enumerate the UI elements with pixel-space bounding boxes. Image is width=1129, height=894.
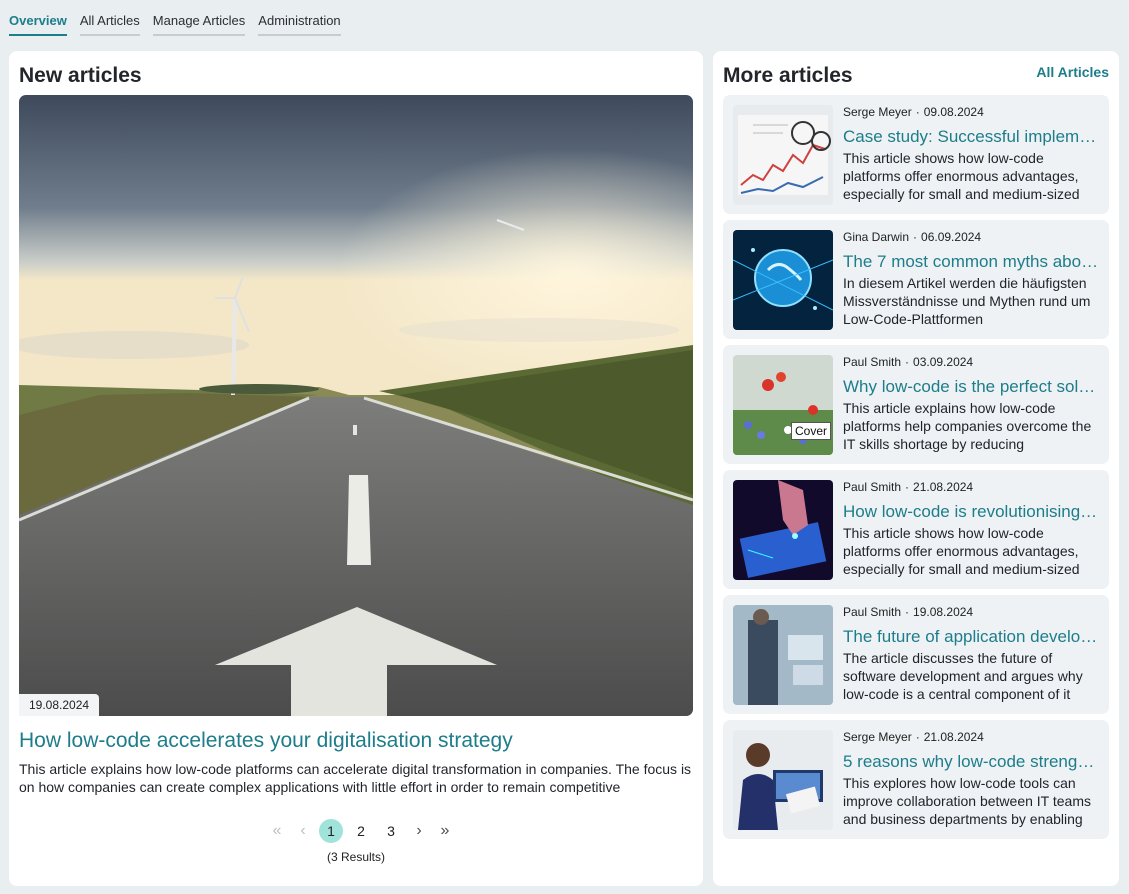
article-thumbnail [733, 730, 833, 830]
more-articles-heading: More articles [723, 64, 853, 87]
article-title[interactable]: 5 reasons why low-code strengthens colla… [843, 752, 1099, 772]
article-date: 21.08.2024 [923, 730, 984, 744]
article-title[interactable]: Case study: Successful implementation of… [843, 127, 1099, 147]
article-date: 06.09.2024 [921, 230, 982, 244]
article-list: Serge Meyer · 09.08.2024 Case study: Succe… [723, 95, 1109, 845]
new-articles-panel: New articles 19.08.2024 How low-code acc… [9, 51, 703, 886]
tab-manage-articles[interactable]: Manage Articles [152, 13, 246, 36]
article-card[interactable]: Cover Paul Smith · 03.09.2024 Why low-code… [723, 345, 1109, 464]
results-count: (3 Results) [326, 850, 385, 864]
article-meta: Serge Meyer · 21.08.2024 [843, 730, 984, 744]
article-meta: Serge Meyer · 09.08.2024 [843, 105, 984, 119]
article-excerpt: This article shows how low-code platform… [843, 150, 1080, 202]
article-author: Paul Smith [843, 605, 902, 619]
article-excerpt: This article explains how low-code platf… [843, 400, 1092, 452]
article-excerpt: In diesem Artikel werden die häufigsten … [843, 275, 1091, 327]
more-articles-panel: More articles All Articles Serge Meyer · 0… [713, 51, 1119, 886]
article-author: Serge Meyer [843, 105, 912, 119]
featured-article-title[interactable]: How low-code accelerates your digitalisa… [19, 729, 513, 753]
article-author: Paul Smith [843, 355, 902, 369]
article-author: Serge Meyer [843, 730, 912, 744]
article-thumbnail [733, 355, 833, 455]
article-author: Paul Smith [843, 480, 902, 494]
featured-article-text: This article explains how low-code platf… [19, 761, 692, 795]
featured-date-badge: 19.08.2024 [19, 694, 100, 716]
article-card[interactable]: Paul Smith · 21.08.2024 How low-code is re… [723, 470, 1109, 589]
cover-tooltip: Cover [791, 422, 832, 440]
page-button-3[interactable]: 3 [379, 819, 403, 843]
page-button-1[interactable]: 1 [319, 819, 343, 843]
article-date: 21.08.2024 [913, 480, 974, 494]
article-card[interactable]: Serge Meyer · 21.08.2024 5 reasons why low… [723, 720, 1109, 839]
article-meta: Paul Smith · 21.08.2024 [843, 480, 974, 494]
previous-page-icon[interactable]: ‹ [293, 821, 313, 841]
article-date: 09.08.2024 [923, 105, 984, 119]
article-card[interactable]: Serge Meyer · 09.08.2024 Case study: Succe… [723, 95, 1109, 214]
article-title[interactable]: The 7 most common myths about low-code [843, 252, 1099, 272]
article-card[interactable]: Gina Darwin · 06.09.2024 The 7 most common… [723, 220, 1109, 339]
article-title[interactable]: Why low-code is the perfect solution [843, 377, 1099, 397]
article-meta: Paul Smith · 19.08.2024 [843, 605, 974, 619]
article-thumbnail [733, 105, 833, 205]
article-title[interactable]: The future of application development [843, 627, 1099, 647]
article-card[interactable]: Paul Smith · 19.08.2024 The future of appl… [723, 595, 1109, 714]
article-excerpt: This explores how low-code tools can imp… [843, 775, 1091, 827]
pagination: « ‹ 1 2 3 › » [267, 819, 455, 843]
tab-administration[interactable]: Administration [258, 13, 341, 36]
all-articles-link[interactable]: All Articles [1036, 64, 1109, 80]
page-button-2[interactable]: 2 [349, 819, 373, 843]
article-date: 03.09.2024 [913, 355, 974, 369]
new-articles-heading: New articles [19, 64, 142, 87]
article-thumbnail [733, 230, 833, 330]
article-author: Gina Darwin [843, 230, 910, 244]
tab-overview[interactable]: Overview [9, 13, 67, 36]
tab-all-articles[interactable]: All Articles [79, 13, 140, 36]
top-tabs: Overview All Articles Manage Articles Ad… [9, 13, 341, 36]
last-page-icon[interactable]: » [435, 821, 455, 841]
article-meta: Gina Darwin · 06.09.2024 [843, 230, 982, 244]
article-excerpt: This article shows how low-code platform… [843, 525, 1080, 577]
article-thumbnail [733, 480, 833, 580]
article-date: 19.08.2024 [913, 605, 974, 619]
article-excerpt: The article discusses the future of soft… [843, 650, 1083, 702]
featured-article-image[interactable] [19, 95, 693, 716]
next-page-icon[interactable]: › [409, 821, 429, 841]
article-meta: Paul Smith · 03.09.2024 [843, 355, 974, 369]
article-thumbnail [733, 605, 833, 705]
article-title[interactable]: How low-code is revolutionising SMEs [843, 502, 1099, 522]
first-page-icon[interactable]: « [267, 821, 287, 841]
